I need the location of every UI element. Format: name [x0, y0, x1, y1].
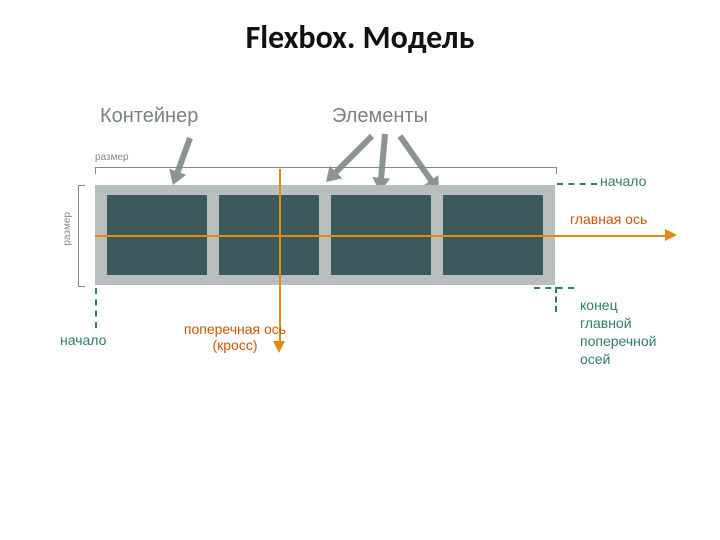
- arrow-icon: [398, 134, 436, 185]
- end-label-4: осей: [580, 351, 610, 369]
- end-label-3: поперечной: [580, 333, 656, 351]
- elements-label: Элементы: [332, 105, 428, 128]
- end-label-1: конец: [580, 297, 618, 315]
- arrow-icon: [378, 134, 388, 182]
- cross-axis-line: [279, 169, 281, 344]
- cross-start-marker: [95, 288, 97, 328]
- end-marker-v: [555, 287, 557, 312]
- cross-start-label: начало: [60, 332, 106, 348]
- main-axis-line: [95, 235, 665, 237]
- main-size-label: размер: [95, 152, 129, 163]
- cross-size-bracket: [78, 185, 85, 287]
- page-title: Flexbox. Модель: [0, 18, 720, 57]
- cross-size-label: размер: [62, 212, 73, 246]
- main-size-bracket: [95, 167, 557, 174]
- main-start-label: начало: [600, 173, 646, 189]
- cross-axis-label-1: поперечная ось: [160, 321, 310, 337]
- end-label-2: главной: [580, 315, 632, 333]
- main-axis-label: главная ось: [570, 211, 647, 227]
- diagram-canvas: Контейнер Элементы размер размер главная…: [40, 105, 680, 435]
- container-label: Контейнер: [100, 105, 198, 128]
- cross-axis-label-2: (кросс): [160, 337, 310, 353]
- main-axis-arrow-icon: [665, 229, 677, 241]
- end-marker-h: [534, 287, 574, 289]
- main-start-marker: [557, 183, 597, 185]
